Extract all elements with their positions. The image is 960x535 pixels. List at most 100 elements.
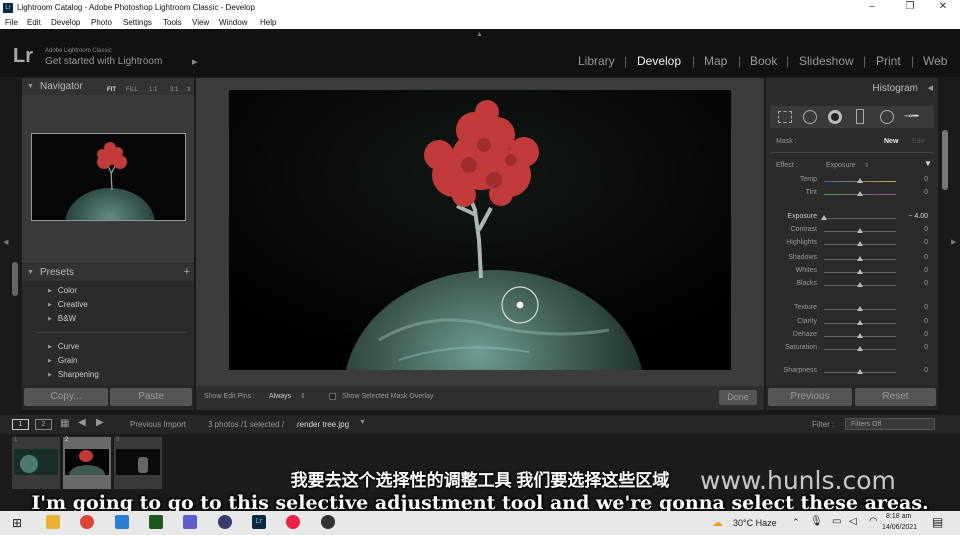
secondary-display-button[interactable]: 2	[35, 419, 52, 430]
preset-group-curve[interactable]: Curve	[48, 342, 79, 351]
collapse-top-icon[interactable]: ▲	[476, 31, 483, 38]
module-slideshow[interactable]: Slideshow	[799, 54, 854, 68]
microphone-icon[interactable]: 🎙	[810, 516, 823, 527]
slider-knob[interactable]	[857, 178, 863, 183]
filename-dropdown-icon[interactable]: ▼	[359, 419, 366, 426]
navigator-header[interactable]: ▼ Navigator FIT FILL 1:1 3:1 ⇕	[22, 78, 194, 95]
back-arrow-icon[interactable]: ◀	[78, 417, 86, 428]
terminal-icon[interactable]	[149, 515, 163, 529]
volume-icon[interactable]: ◁	[849, 516, 857, 527]
slider-value[interactable]: 0	[924, 239, 928, 246]
module-web[interactable]: Web	[923, 54, 947, 68]
preset-group-sharpening[interactable]: Sharpening	[48, 370, 99, 379]
adjustment-brush-icon[interactable]: ⊸━	[904, 111, 928, 123]
slider-sharpness[interactable]: Sharpness 0	[766, 367, 938, 379]
preset-group-creative[interactable]: Creative	[48, 300, 88, 309]
get-started-link[interactable]: Get started with Lightroom	[45, 56, 162, 67]
slider-tint[interactable]: Tint 0	[766, 189, 938, 201]
slider-value[interactable]: 0	[924, 344, 928, 351]
clock-date[interactable]: 14/06/2021	[882, 524, 917, 531]
headset-app-icon[interactable]	[286, 515, 300, 529]
windows-start-icon[interactable]: ⊞	[12, 516, 22, 530]
slider-contrast[interactable]: Contrast 0	[766, 226, 938, 238]
slider-knob[interactable]	[857, 256, 863, 261]
clock-time[interactable]: 8:18 am	[886, 513, 911, 520]
slider-knob[interactable]	[857, 241, 863, 246]
menu-edit[interactable]: Edit	[27, 18, 41, 27]
mask-new-button[interactable]: New	[884, 138, 898, 145]
tray-chevron-icon[interactable]: ⌃	[792, 517, 800, 528]
slider-track[interactable]	[824, 218, 896, 219]
paste-settings-button[interactable]: Paste	[110, 388, 192, 406]
slider-knob[interactable]	[821, 215, 827, 220]
slider-shadows[interactable]: Shadows 0	[766, 254, 938, 266]
menu-file[interactable]: File	[5, 18, 18, 27]
done-button[interactable]: Done	[719, 390, 757, 405]
vscode-icon[interactable]	[115, 515, 129, 529]
menu-develop[interactable]: Develop	[51, 18, 80, 27]
slider-value[interactable]: 0	[924, 367, 928, 374]
menu-view[interactable]: View	[192, 18, 209, 27]
slider-value[interactable]: 0	[924, 254, 928, 261]
left-panel-scrollbar[interactable]	[12, 262, 18, 296]
edit-pin[interactable]	[515, 300, 525, 310]
slider-knob[interactable]	[857, 282, 863, 287]
slider-value[interactable]: 0	[924, 189, 928, 196]
slider-saturation[interactable]: Saturation 0	[766, 344, 938, 356]
notifications-icon[interactable]: ▤	[932, 515, 943, 529]
app-icon[interactable]	[218, 515, 232, 529]
grid-view-icon[interactable]: ▦	[60, 418, 69, 429]
slider-knob[interactable]	[857, 369, 863, 374]
source-label[interactable]: Previous Import	[130, 420, 186, 429]
right-panel-scrollbar[interactable]	[942, 130, 948, 190]
navigator-thumbnail[interactable]	[31, 133, 186, 221]
obs-icon[interactable]	[321, 515, 335, 529]
slider-highlights[interactable]: Highlights 0	[766, 239, 938, 251]
weather-icon[interactable]: ☁	[712, 516, 723, 529]
menu-help[interactable]: Help	[260, 18, 276, 27]
preset-group-grain[interactable]: Grain	[48, 356, 78, 365]
slider-knob[interactable]	[857, 191, 863, 196]
primary-display-button[interactable]: 1	[12, 419, 29, 430]
network-icon[interactable]: ▭	[832, 516, 841, 527]
slider-blacks[interactable]: Blacks 0	[766, 280, 938, 292]
main-photo[interactable]	[229, 90, 731, 370]
spot-removal-icon[interactable]	[803, 110, 817, 124]
menu-settings[interactable]: Settings	[123, 18, 152, 27]
file-explorer-icon[interactable]	[46, 515, 60, 529]
minimize-icon[interactable]: –	[862, 1, 882, 12]
slider-value[interactable]: 0	[924, 280, 928, 287]
wifi-icon[interactable]: ◠	[869, 516, 878, 527]
slider-value[interactable]: 0	[924, 267, 928, 274]
add-preset-icon[interactable]: +	[184, 264, 190, 281]
graduated-filter-icon[interactable]	[856, 109, 864, 124]
slider-knob[interactable]	[857, 333, 863, 338]
preset-group-bw[interactable]: B&W	[48, 314, 76, 323]
weather-text[interactable]: 30°C Haze	[733, 518, 777, 528]
teams-icon[interactable]	[183, 515, 197, 529]
slider-value[interactable]: 0	[924, 331, 928, 338]
crop-tool-icon[interactable]	[778, 111, 792, 123]
module-book[interactable]: Book	[750, 54, 777, 68]
slider-knob[interactable]	[857, 306, 863, 311]
slider-exposure[interactable]: Exposure − 4.00	[766, 213, 938, 225]
collapse-right-icon[interactable]: ▶	[951, 238, 956, 246]
radial-filter-icon[interactable]	[880, 110, 894, 124]
menu-photo[interactable]: Photo	[91, 18, 112, 27]
slider-value[interactable]: 0	[924, 304, 928, 311]
slider-knob[interactable]	[857, 269, 863, 274]
collapse-left-icon[interactable]: ◀	[3, 238, 8, 246]
slider-knob[interactable]	[857, 228, 863, 233]
slider-temp[interactable]: Temp 0	[766, 176, 938, 188]
lightroom-taskbar-icon[interactable]: Lr	[252, 515, 266, 529]
slider-whites[interactable]: Whites 0	[766, 267, 938, 279]
histogram-header[interactable]: Histogram ◀	[766, 78, 938, 100]
slider-value[interactable]: 0	[924, 226, 928, 233]
slider-value[interactable]: − 4.00	[908, 213, 928, 220]
play-arrow-icon[interactable]: ▶	[192, 58, 197, 66]
forward-arrow-icon[interactable]: ▶	[96, 417, 104, 428]
chrome-icon[interactable]	[80, 515, 94, 529]
maximize-icon[interactable]: ❐	[900, 1, 920, 12]
copy-settings-button[interactable]: Copy...	[24, 388, 108, 406]
preset-group-color[interactable]: Color	[48, 286, 77, 295]
